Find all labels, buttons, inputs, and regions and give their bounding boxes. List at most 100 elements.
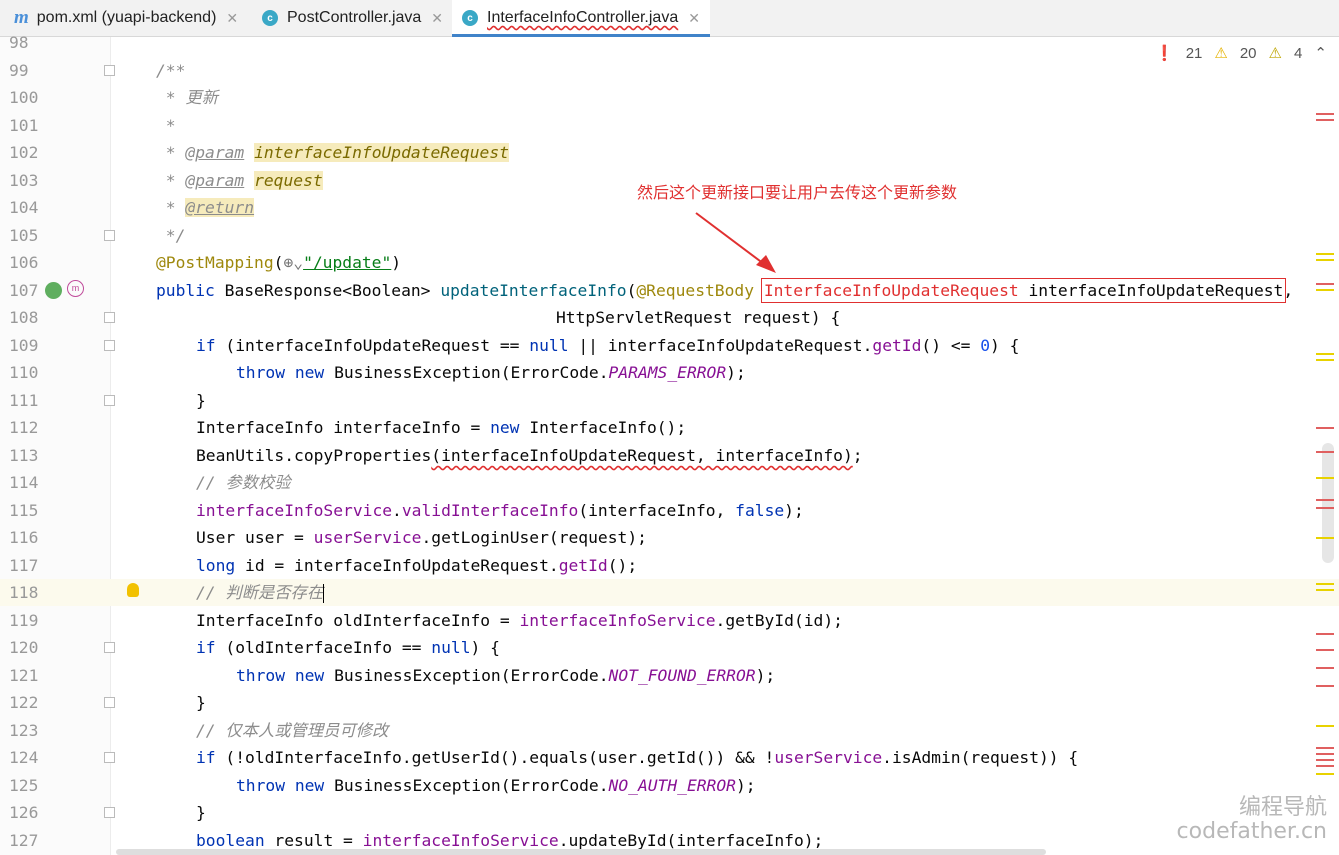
- line-number: 105: [9, 226, 39, 245]
- code-text: interfaceInfoService.validInterfaceInfo(…: [196, 501, 804, 520]
- error-stripe-mark: [1316, 667, 1334, 669]
- warning-stripe-mark: [1316, 583, 1334, 585]
- error-stripe-mark: [1316, 649, 1334, 651]
- code-text: @PostMapping(⊕⌄"/update"): [156, 253, 402, 272]
- line-number: 121: [9, 666, 39, 685]
- close-icon[interactable]: ✕: [431, 10, 443, 27]
- code-line: 114 // 参数校验: [0, 469, 1339, 496]
- vertical-scrollbar[interactable]: [1322, 443, 1334, 563]
- line-number: 100: [9, 88, 39, 107]
- globe-icon[interactable]: ⊕⌄: [283, 253, 303, 272]
- code-line: 107 m public BaseResponse<Boolean> updateI…: [0, 277, 1339, 304]
- annotation-name: @PostMapping: [156, 253, 274, 272]
- code-text: InterfaceInfo oldInterfaceInfo = interfa…: [196, 611, 843, 630]
- endpoint-icon[interactable]: [45, 282, 62, 299]
- code-line: 123 // 仅本人或管理员可修改: [0, 717, 1339, 744]
- error-stripe-mark: [1316, 113, 1334, 115]
- line-number: 106: [9, 253, 39, 272]
- error-stripe-mark: [1316, 765, 1334, 767]
- method-icon[interactable]: m: [67, 280, 84, 297]
- code-line: 125 throw new BusinessException(ErrorCode…: [0, 772, 1339, 799]
- fold-icon[interactable]: [104, 697, 115, 708]
- warning-stripe-mark: [1316, 289, 1334, 291]
- line-number: 122: [9, 693, 39, 712]
- code-text: *: [156, 116, 176, 135]
- error-stripe-mark: [1316, 283, 1334, 285]
- fold-icon[interactable]: [104, 642, 115, 653]
- doc-tag: @param: [185, 171, 245, 190]
- warning-stripe-mark: [1316, 253, 1334, 255]
- code-text: if (!oldInterfaceInfo.getUserId().equals…: [196, 748, 1079, 767]
- line-number: 124: [9, 748, 39, 767]
- code-line: 100 * 更新: [0, 84, 1339, 111]
- code-text: }: [196, 693, 206, 712]
- line-number: 98: [9, 33, 29, 52]
- code-line: 116 User user = userService.getLoginUser(…: [0, 524, 1339, 551]
- warning-stripe-mark: [1316, 353, 1334, 355]
- code-text: public BaseResponse<Boolean> updateInter…: [156, 278, 1294, 303]
- line-number: 119: [9, 611, 39, 630]
- annotation-box: InterfaceInfoUpdateRequest interfaceInfo…: [760, 278, 1287, 303]
- fold-icon[interactable]: [104, 395, 115, 406]
- horizontal-scrollbar[interactable]: [116, 849, 1046, 855]
- annotation-arrow: [695, 212, 776, 273]
- fold-icon[interactable]: [104, 752, 115, 763]
- close-icon[interactable]: ✕: [688, 10, 700, 27]
- fold-icon[interactable]: [104, 312, 115, 323]
- code-text: // 参数校验: [196, 473, 291, 492]
- line-number: 123: [9, 721, 39, 740]
- tab-label: InterfaceInfoController.java: [487, 9, 679, 26]
- code-text: /**: [156, 61, 186, 80]
- line-number: 108: [9, 308, 39, 327]
- code-text: }: [196, 391, 206, 410]
- code-line: 102 * @param interfaceInfoUpdateRequest: [0, 139, 1339, 166]
- fold-icon[interactable]: [104, 807, 115, 818]
- doc-param: request: [254, 171, 323, 190]
- lightbulb-icon[interactable]: [127, 583, 139, 597]
- doc-tag: @return: [185, 198, 255, 217]
- line-number: 110: [9, 363, 39, 382]
- line-number: 102: [9, 143, 39, 162]
- line-number: 109: [9, 336, 39, 355]
- line-number: 127: [9, 831, 39, 850]
- code-line: 99 /**: [0, 57, 1339, 84]
- code-text: throw new BusinessException(ErrorCode.NO…: [236, 776, 756, 795]
- doc-tag: @param: [185, 143, 245, 162]
- code-line: 110 throw new BusinessException(ErrorCode…: [0, 359, 1339, 386]
- line-number: 120: [9, 638, 39, 657]
- maven-icon: m: [14, 7, 29, 28]
- line-number: 116: [9, 528, 39, 547]
- error-stripe-mark: [1316, 759, 1334, 761]
- error-stripe-mark: [1316, 499, 1334, 501]
- code-text: throw new BusinessException(ErrorCode.NO…: [236, 666, 776, 685]
- close-icon[interactable]: ✕: [226, 10, 238, 27]
- code-line: 126}: [0, 799, 1339, 826]
- error-stripe-mark: [1316, 427, 1334, 429]
- doc-param: interfaceInfoUpdateRequest: [254, 143, 509, 162]
- code-line: 108 HttpServletRequest request) {: [0, 304, 1339, 331]
- code-line: 111}: [0, 387, 1339, 414]
- code-line: 117 long id = interfaceInfoUpdateRequest.…: [0, 552, 1339, 579]
- line-number: 113: [9, 446, 39, 465]
- warning-stripe-mark: [1316, 537, 1334, 539]
- tab-label: PostController.java: [287, 9, 422, 26]
- error-stripe-mark: [1316, 633, 1334, 635]
- line-number: 107: [9, 281, 39, 300]
- code-text: // 仅本人或管理员可修改: [196, 721, 389, 740]
- code-line-current: 118 // 判断是否存在: [0, 579, 1339, 606]
- warning-stripe-mark: [1316, 477, 1334, 479]
- code-editor[interactable]: ❗21 ⚠20 ⚠4 ⌃ ⌄ 98 99/** 100 * 更新 101 * 1…: [0, 33, 1339, 855]
- error-stripe-mark: [1316, 753, 1334, 755]
- line-number: 114: [9, 473, 39, 492]
- fold-icon[interactable]: [104, 230, 115, 241]
- error-stripe-mark: [1316, 507, 1334, 509]
- url-string[interactable]: "/update": [303, 253, 391, 272]
- line-number: 126: [9, 803, 39, 822]
- warning-stripe-mark: [1316, 589, 1334, 591]
- code-text: if (oldInterfaceInfo == null) {: [196, 638, 500, 657]
- code-text: HttpServletRequest request) {: [556, 308, 841, 327]
- tab-label: pom.xml (yuapi-backend): [36, 9, 217, 26]
- fold-icon[interactable]: [104, 65, 115, 76]
- fold-icon[interactable]: [104, 340, 115, 351]
- watermark-url: codefather.cn: [1176, 819, 1327, 844]
